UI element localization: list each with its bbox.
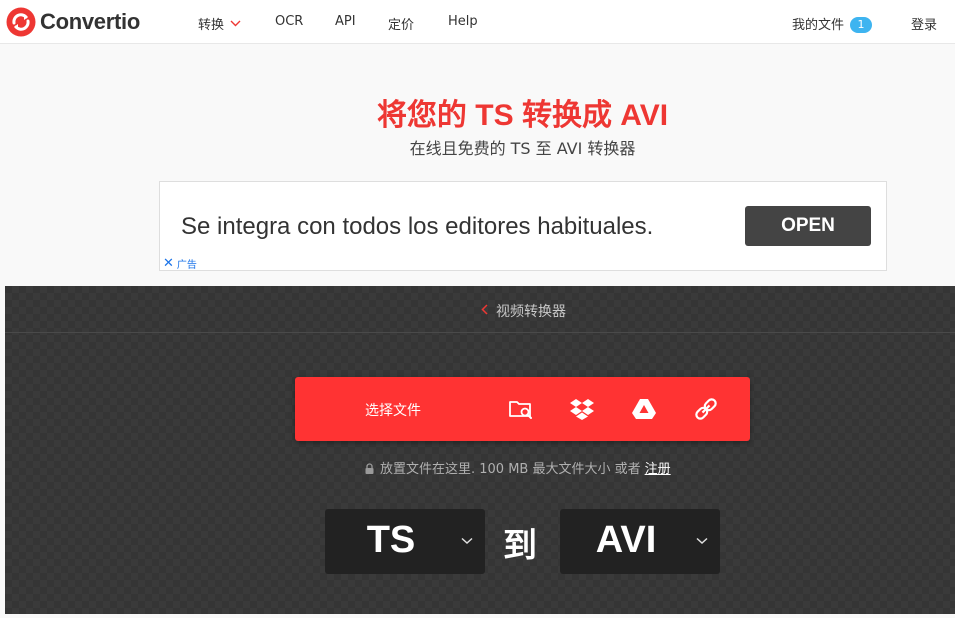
link-icon[interactable] bbox=[693, 397, 719, 421]
chevron-down-icon bbox=[696, 537, 708, 545]
chevron-down-icon bbox=[461, 537, 473, 545]
login-link[interactable]: 登录 bbox=[911, 14, 937, 33]
to-format-select[interactable]: AVI bbox=[560, 509, 720, 574]
from-format-value: TS bbox=[366, 519, 416, 561]
page-title: 将您的 TS 转换成 AVI bbox=[376, 99, 669, 132]
chevron-left-icon[interactable] bbox=[481, 304, 488, 315]
folder-search-icon[interactable] bbox=[508, 397, 534, 421]
breadcrumb-video-converter[interactable]: 视频转换器 bbox=[496, 301, 566, 321]
close-icon[interactable]: ✕ bbox=[163, 257, 174, 270]
file-count-badge: 1 bbox=[850, 17, 873, 33]
to-format-value: AVI bbox=[595, 519, 657, 561]
nav-help[interactable]: Help bbox=[448, 14, 478, 29]
ad-open-button[interactable]: OPEN bbox=[745, 206, 871, 246]
my-files-label: 我的文件 bbox=[792, 18, 845, 33]
my-files-link[interactable]: 我的文件 1 bbox=[792, 14, 873, 33]
ad-text: Se integra con todos los editores habitu… bbox=[181, 213, 654, 240]
top-header: Convertio 转换 OCR API 定价 Help 我的文件 1 登录 bbox=[0, 0, 955, 44]
nav-convert-label: 转换 bbox=[198, 18, 225, 33]
dropbox-icon[interactable] bbox=[569, 397, 595, 421]
signup-link[interactable]: 注册 bbox=[645, 462, 671, 477]
ad-choices[interactable]: ✕ 广告 bbox=[163, 256, 197, 272]
ad-banner[interactable]: Se integra con todos los editores habitu… bbox=[159, 181, 887, 271]
from-format-select[interactable]: TS bbox=[325, 509, 485, 574]
choose-files-bar[interactable]: 选择文件 bbox=[295, 377, 750, 441]
nav-ocr[interactable]: OCR bbox=[275, 14, 303, 29]
breadcrumb: 视频转换器 bbox=[5, 286, 955, 333]
choose-files-button[interactable]: 选择文件 bbox=[365, 400, 421, 420]
nav-api[interactable]: API bbox=[335, 14, 356, 29]
convertio-logo-icon bbox=[6, 7, 36, 37]
logo-text: Convertio bbox=[40, 9, 140, 34]
page-subtitle: 在线且免费的 TS 至 AVI 转换器 bbox=[409, 139, 636, 158]
lock-icon bbox=[365, 463, 374, 474]
nav-convert[interactable]: 转换 bbox=[198, 14, 241, 33]
converter-panel: 视频转换器 选择文件 放置文件在这里. 100 MB 最大文件大小 或者 注册 … bbox=[5, 286, 955, 614]
google-drive-icon[interactable] bbox=[631, 397, 657, 421]
drop-hint-text: 放置文件在这里. 100 MB 最大文件大小 或者 bbox=[380, 462, 641, 477]
nav-pricing[interactable]: 定价 bbox=[388, 14, 414, 33]
logo[interactable]: Convertio bbox=[6, 6, 140, 38]
to-label: 到 bbox=[503, 526, 537, 566]
chevron-down-icon bbox=[230, 20, 241, 27]
ad-label: 广告 bbox=[176, 260, 197, 271]
drop-hint: 放置文件在这里. 100 MB 最大文件大小 或者 注册 bbox=[365, 458, 671, 477]
